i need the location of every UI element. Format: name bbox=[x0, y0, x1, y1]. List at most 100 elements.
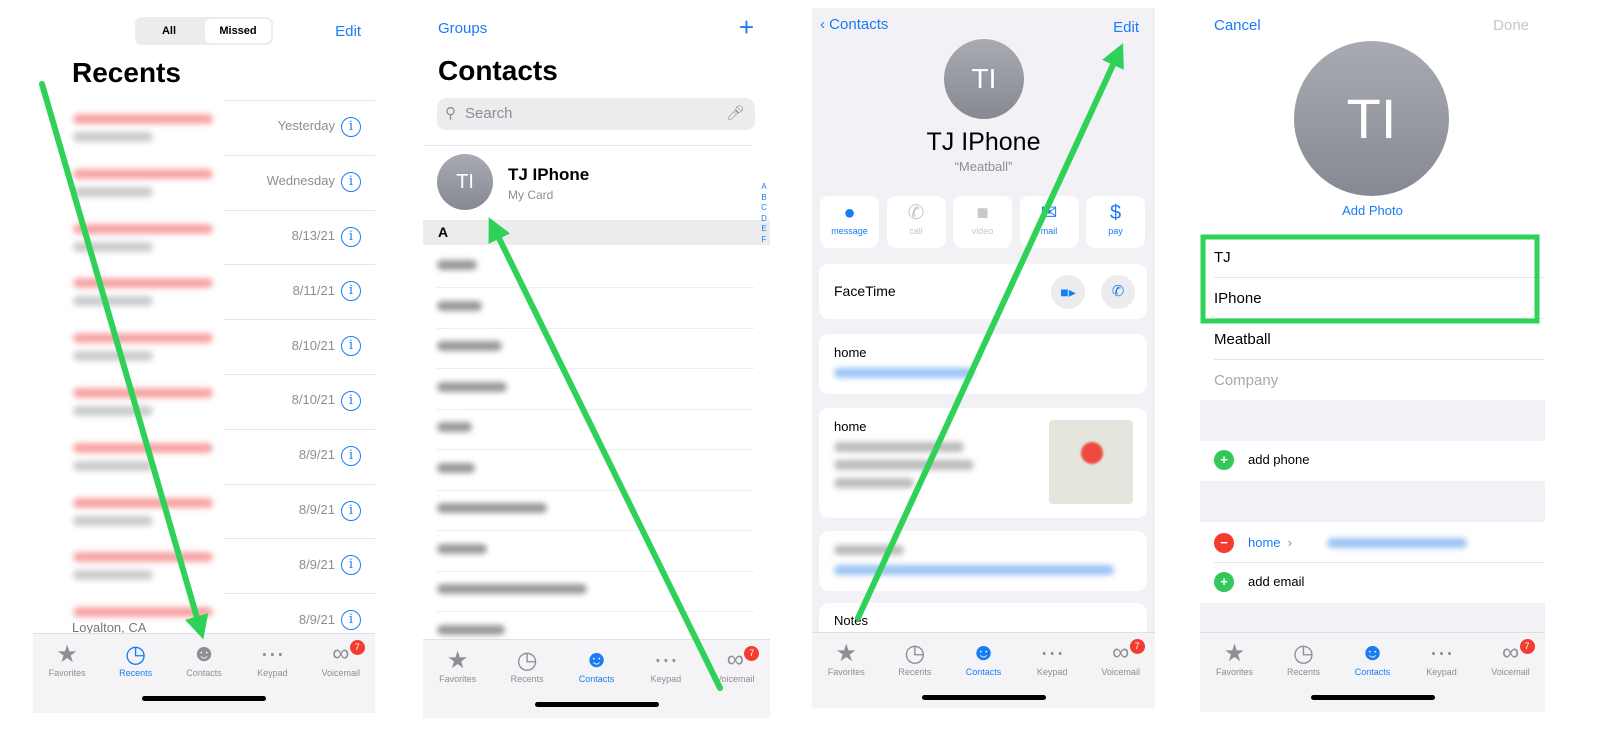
call-date-row: 8/9/21 i bbox=[298, 610, 361, 631]
action-pay[interactable]: $ pay bbox=[1086, 196, 1145, 248]
tab-voicemail[interactable]: 7 ∞ Voicemail bbox=[1477, 639, 1545, 677]
tab-bar: ★ Favorites ◷ Recents ☻ Contacts ⋯ Keypad 7 ∞ Voic… bbox=[812, 632, 1155, 708]
tab-favorites[interactable]: ★ Favorites bbox=[424, 646, 492, 685]
info-icon[interactable]: i bbox=[341, 281, 361, 302]
home-indicator bbox=[142, 696, 266, 701]
contact-row[interactable] bbox=[437, 289, 754, 329]
info-icon[interactable]: i bbox=[341, 117, 361, 137]
action-video[interactable]: ■ video bbox=[953, 196, 1012, 248]
facetime-audio-icon[interactable]: ✆ bbox=[1101, 275, 1135, 309]
microphone-icon[interactable]: 🎤︎ bbox=[726, 98, 745, 130]
action-label: video bbox=[971, 226, 994, 236]
cancel-button[interactable]: Cancel bbox=[1214, 17, 1261, 34]
info-icon[interactable]: i bbox=[341, 336, 361, 357]
index-letter[interactable]: D bbox=[759, 214, 769, 225]
tab-bar: ★ Favorites ◷ Recents ☻ Contacts ⋯ Keypad 7 ∞ Voic… bbox=[423, 639, 770, 718]
facetime-label: FaceTime bbox=[834, 283, 896, 299]
video-icon: ■ bbox=[976, 202, 989, 224]
tab-keypad[interactable]: ⋯ Keypad bbox=[238, 640, 306, 679]
tab-label: Voicemail bbox=[1491, 667, 1530, 677]
tab-keypad[interactable]: ⋯ Keypad bbox=[1018, 639, 1086, 678]
info-icon[interactable]: i bbox=[341, 445, 361, 466]
tab-voicemail[interactable]: 7 ∞ Voicemail bbox=[701, 646, 769, 684]
edit-button[interactable]: Edit bbox=[335, 23, 361, 40]
add-contact-button[interactable]: + bbox=[739, 12, 754, 43]
email-label-selector[interactable]: home bbox=[1248, 535, 1281, 550]
tab-favorites[interactable]: ★ Favorites bbox=[1201, 639, 1269, 678]
address-label: home bbox=[834, 419, 867, 434]
last-name-field[interactable]: IPhone bbox=[1214, 278, 1545, 319]
tab-favorites[interactable]: ★ Favorites bbox=[812, 639, 880, 678]
add-photo-button[interactable]: Add Photo bbox=[1200, 203, 1545, 218]
remove-icon[interactable]: − bbox=[1214, 533, 1234, 553]
tab-recents[interactable]: ◷ Recents bbox=[493, 646, 561, 685]
index-letter[interactable]: E bbox=[759, 224, 769, 235]
action-label: pay bbox=[1108, 226, 1123, 236]
info-icon[interactable]: i bbox=[341, 391, 361, 411]
call-date: 8/9/21 bbox=[298, 611, 335, 627]
contact-row[interactable] bbox=[437, 410, 754, 450]
search-placeholder: Search bbox=[465, 105, 513, 122]
tab-label: Recents bbox=[119, 668, 153, 678]
back-button[interactable]: ‹ Contacts bbox=[820, 16, 888, 33]
tab-contacts[interactable]: ☻ Contacts bbox=[950, 639, 1018, 677]
action-message[interactable]: ● message bbox=[820, 196, 879, 248]
home-indicator bbox=[921, 695, 1046, 700]
nickname-field[interactable]: Meatball bbox=[1214, 319, 1545, 360]
company-field[interactable]: Company bbox=[1214, 360, 1545, 401]
avatar: TI bbox=[437, 154, 493, 210]
tab-voicemail[interactable]: 7 ∞ Voicemail bbox=[307, 640, 375, 678]
email-row[interactable]: home bbox=[819, 334, 1147, 394]
tab-label: Favorites bbox=[1215, 667, 1253, 677]
add-phone-row[interactable]: + add phone bbox=[1214, 450, 1309, 470]
tab-label: Contacts bbox=[186, 668, 222, 678]
my-card[interactable]: TI TJ IPhone My Card bbox=[423, 145, 753, 217]
tab-label: Recents bbox=[510, 674, 544, 684]
info-icon[interactable]: i bbox=[341, 226, 361, 247]
tab-voicemail[interactable]: 7 ∞ Voicemail bbox=[1087, 639, 1155, 677]
tab-recents[interactable]: ◷ Recents bbox=[881, 639, 949, 678]
index-letter[interactable]: B bbox=[759, 193, 769, 204]
info-icon[interactable]: i bbox=[341, 610, 361, 631]
facetime-video-icon[interactable]: ■▸ bbox=[1051, 275, 1085, 309]
index-letter[interactable]: A bbox=[759, 182, 769, 193]
related-row[interactable] bbox=[819, 531, 1147, 591]
add-email-row[interactable]: + add email bbox=[1214, 572, 1304, 592]
groups-button[interactable]: Groups bbox=[438, 20, 487, 37]
tab-keypad[interactable]: ⋯ Keypad bbox=[1408, 639, 1476, 678]
clock-icon: ◷ bbox=[125, 640, 147, 668]
keypad-icon: ⋯ bbox=[1429, 639, 1454, 667]
tab-recents[interactable]: ◷ Recents bbox=[1270, 639, 1338, 678]
search-input[interactable]: ⚲ Search 🎤︎ bbox=[437, 98, 755, 130]
tab-recents[interactable]: ◷ Recents bbox=[102, 640, 170, 679]
index-letter[interactable]: F bbox=[759, 235, 769, 246]
call-date: 8/9/21 bbox=[298, 447, 335, 463]
info-icon[interactable]: i bbox=[341, 500, 361, 521]
done-button[interactable]: Done bbox=[1493, 17, 1529, 34]
segment-missed[interactable]: Missed bbox=[205, 19, 271, 43]
contact-row[interactable] bbox=[437, 451, 754, 491]
action-mail[interactable]: ✉ mail bbox=[1019, 196, 1079, 248]
facetime-row[interactable]: FaceTime ■▸ ✆ bbox=[819, 264, 1147, 319]
person-circle-icon: ☻ bbox=[1359, 639, 1386, 666]
action-call[interactable]: ✆ call bbox=[886, 196, 946, 248]
tab-contacts[interactable]: ☻ Contacts bbox=[1339, 639, 1407, 677]
edit-button[interactable]: Edit bbox=[1113, 19, 1139, 36]
tab-contacts[interactable]: ☻ Contacts bbox=[170, 640, 238, 678]
call-date-row: Yesterday i bbox=[278, 117, 361, 137]
map-thumbnail[interactable] bbox=[1049, 420, 1133, 504]
call-date-row: 8/9/21 i bbox=[299, 555, 361, 576]
info-icon[interactable]: i bbox=[341, 171, 361, 192]
tab-favorites[interactable]: ★ Favorites bbox=[33, 640, 101, 679]
email-edit-row[interactable]: − home › bbox=[1214, 522, 1545, 563]
segment-all[interactable]: All bbox=[135, 25, 203, 37]
first-name-field[interactable]: TJ bbox=[1214, 237, 1545, 278]
tab-contacts[interactable]: ☻ Contacts bbox=[563, 646, 631, 684]
section-index[interactable]: ABCDEF bbox=[759, 182, 769, 245]
info-icon[interactable]: i bbox=[341, 555, 361, 576]
index-letter[interactable]: C bbox=[759, 203, 769, 214]
contact-row[interactable] bbox=[437, 248, 754, 288]
star-icon: ★ bbox=[835, 639, 858, 667]
address-row[interactable]: home bbox=[819, 408, 1147, 518]
tab-keypad[interactable]: ⋯ Keypad bbox=[632, 646, 700, 685]
